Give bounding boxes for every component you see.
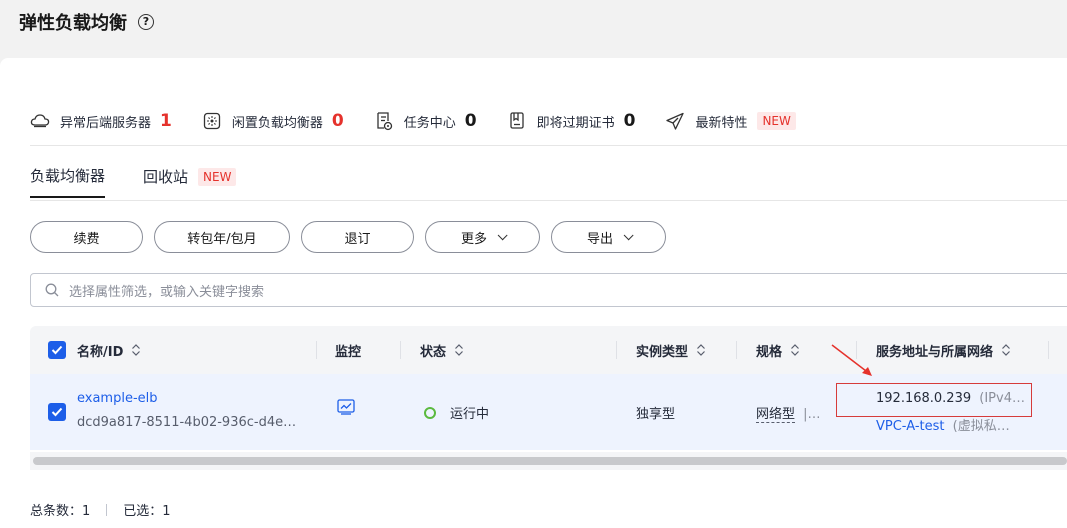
stat-count: 0 xyxy=(623,111,636,131)
row-select[interactable] xyxy=(48,403,66,421)
task-icon xyxy=(374,111,394,131)
to-yearly-label: 转包年/包月 xyxy=(187,231,257,247)
stat-abnormal-servers[interactable]: 异常后端服务器 1 xyxy=(30,111,172,131)
annotation-arrow-icon xyxy=(831,344,872,376)
new-badge: NEW xyxy=(198,167,237,186)
status-running-icon xyxy=(424,406,436,419)
stats-bar: 异常后端服务器 1 闲置负载均衡器 0 任务中心 0 即将过期证书 0 最新特性… xyxy=(30,108,826,134)
monitor-chart-icon[interactable] xyxy=(337,399,355,419)
spec-value[interactable]: 网络型 xyxy=(756,407,796,423)
table-footer: 总条数：1 已选：1 xyxy=(30,500,171,519)
col-name[interactable]: 名称/ID xyxy=(77,326,141,374)
col-address-label: 服务地址与所属网络 xyxy=(876,344,994,360)
spec-more: |… xyxy=(803,407,821,422)
chevron-down-icon xyxy=(623,229,634,240)
to-yearly-button[interactable]: 转包年/包月 xyxy=(154,221,290,253)
renew-button[interactable]: 续费 xyxy=(30,221,143,253)
col-status[interactable]: 状态 xyxy=(420,326,464,374)
divider xyxy=(30,145,1067,146)
tab-bar: 负载均衡器 回收站 NEW xyxy=(30,165,274,198)
stat-label: 即将过期证书 xyxy=(536,115,615,131)
stat-idle-lb[interactable]: 闲置负载均衡器 0 xyxy=(202,111,344,131)
column-separator xyxy=(1048,341,1049,359)
lb-id: dcd9a817-8511-4b02-936c-d4e… xyxy=(77,415,297,430)
status-text: 运行中 xyxy=(450,407,490,422)
column-separator xyxy=(616,341,617,359)
instance-type: 独享型 xyxy=(636,407,676,422)
export-label: 导出 xyxy=(586,231,613,247)
search-input[interactable]: 选择属性筛选，或输入关键字搜索 xyxy=(30,273,1067,307)
col-monitor-label: 监控 xyxy=(335,344,362,360)
help-icon[interactable]: ? xyxy=(138,14,154,30)
cloud-server-icon xyxy=(30,111,50,131)
stat-label: 闲置负载均衡器 xyxy=(231,115,323,131)
annotation-highlight-box xyxy=(836,383,1032,417)
selected-count: 已选：1 xyxy=(123,504,171,519)
tab-label: 负载均衡器 xyxy=(30,167,106,185)
unsubscribe-label: 退订 xyxy=(344,231,371,247)
col-instance-type[interactable]: 实例类型 xyxy=(636,326,706,374)
tab-recycle-bin[interactable]: 回收站 NEW xyxy=(143,165,237,198)
send-icon xyxy=(665,111,685,131)
table-header: 名称/ID 监控 状态 实例类型 规格 服务地址与所属网络 xyxy=(30,326,1067,374)
header-select-all[interactable] xyxy=(48,326,66,374)
toolbar: 续费 转包年/包月 退订 更多 导出 xyxy=(30,221,677,253)
sort-icon[interactable] xyxy=(454,343,464,357)
unsubscribe-button[interactable]: 退订 xyxy=(301,221,414,253)
col-address[interactable]: 服务地址与所属网络 xyxy=(876,326,1011,374)
sort-icon[interactable] xyxy=(1001,343,1011,357)
stat-new-features[interactable]: 最新特性 NEW xyxy=(665,111,796,131)
spec-cell: 网络型 |… xyxy=(756,403,821,423)
renew-label: 续费 xyxy=(73,231,100,247)
page-title-text: 弹性负载均衡 xyxy=(19,13,127,34)
sort-icon[interactable] xyxy=(696,343,706,357)
search-placeholder: 选择属性筛选，或输入关键字搜索 xyxy=(69,284,265,300)
col-instance-type-label: 实例类型 xyxy=(636,344,689,360)
stat-label: 任务中心 xyxy=(403,115,456,131)
more-button[interactable]: 更多 xyxy=(425,221,540,253)
chevron-down-icon xyxy=(497,229,508,240)
stat-count: 0 xyxy=(331,111,344,131)
export-button[interactable]: 导出 xyxy=(551,221,666,253)
stat-count: 1 xyxy=(160,111,172,131)
status-cell: 运行中 xyxy=(424,403,489,422)
idle-lb-icon xyxy=(202,111,222,131)
footer-separator xyxy=(106,503,108,516)
col-name-label: 名称/ID xyxy=(77,344,124,360)
stat-expiring-certs[interactable]: 即将过期证书 0 xyxy=(507,111,636,131)
select-all-checkbox[interactable] xyxy=(48,341,66,359)
col-spec-label: 规格 xyxy=(756,344,783,360)
total-count: 总条数：1 xyxy=(30,504,91,519)
vpc-cell: VPC-A-test (虚拟私… xyxy=(876,415,1010,434)
lb-name-link[interactable]: example-elb xyxy=(77,391,158,406)
row-checkbox[interactable] xyxy=(48,403,66,421)
new-badge: NEW xyxy=(757,112,796,130)
vpc-type: (虚拟私… xyxy=(952,419,1010,434)
sort-icon[interactable] xyxy=(131,343,141,357)
stat-label: 最新特性 xyxy=(695,115,748,131)
col-status-label: 状态 xyxy=(420,344,447,360)
column-separator xyxy=(400,341,401,359)
tab-load-balancers[interactable]: 负载均衡器 xyxy=(30,165,106,198)
stat-label: 异常后端服务器 xyxy=(60,115,152,131)
stat-task-center[interactable]: 任务中心 0 xyxy=(374,111,477,131)
page-title: 弹性负载均衡 ? xyxy=(19,9,154,35)
column-separator xyxy=(736,341,737,359)
column-separator xyxy=(316,341,317,359)
more-label: 更多 xyxy=(460,231,487,247)
search-icon xyxy=(45,283,59,297)
tabs-divider xyxy=(30,200,1067,201)
sort-icon[interactable] xyxy=(790,343,800,357)
certificate-icon xyxy=(507,111,527,131)
tab-label: 回收站 xyxy=(143,168,189,186)
vpc-link[interactable]: VPC-A-test xyxy=(876,419,944,434)
col-spec[interactable]: 规格 xyxy=(756,326,800,374)
stat-count: 0 xyxy=(464,111,477,131)
horizontal-scrollbar[interactable] xyxy=(33,457,1067,465)
col-monitor: 监控 xyxy=(335,326,361,374)
